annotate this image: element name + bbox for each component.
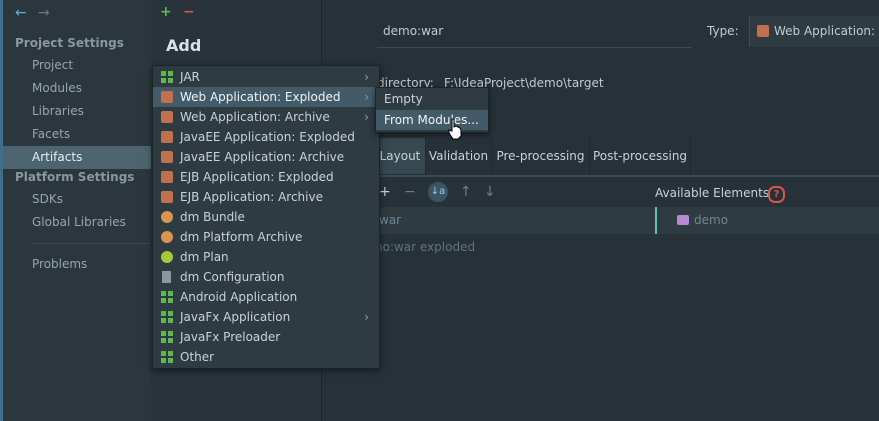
menu-item-javaee-exploded[interactable]: JavaEE Application: Exploded — [153, 127, 379, 147]
menu-item-dm-configuration[interactable]: dm Configuration — [153, 267, 379, 287]
chevron-right-icon: › — [364, 70, 369, 84]
jar-icon — [161, 71, 173, 83]
hand-cursor-icon — [448, 118, 462, 140]
sidebar-item-libraries[interactable]: Libraries — [3, 100, 151, 123]
menu-item-web-application-exploded[interactable]: Web Application: Exploded › — [153, 87, 379, 107]
available-elements-label: Available Elements — [655, 186, 770, 200]
add-popup-title: Add — [166, 36, 202, 55]
submenu-item-from-modules[interactable]: From Modules... — [376, 110, 488, 130]
menu-item-label: dm Platform Archive — [180, 230, 303, 244]
artifact-detail-pane: demo:war Type: Web Application: A direct… — [321, 0, 879, 421]
ejb-icon — [161, 171, 173, 183]
javaee-icon — [161, 131, 173, 143]
menu-item-other[interactable]: Other — [153, 347, 379, 367]
dm-config-icon — [162, 271, 171, 283]
menu-item-label: EJB Application: Archive — [180, 190, 323, 204]
menu-item-android-application[interactable]: Android Application — [153, 287, 379, 307]
menu-item-label: Web Application: Exploded — [180, 90, 341, 104]
chevron-right-icon: › — [364, 310, 369, 324]
sidebar-item-problems[interactable]: Problems — [3, 253, 151, 276]
web-archive-icon — [161, 111, 173, 123]
forward-icon[interactable]: → — [38, 5, 50, 21]
add-icon[interactable]: + — [160, 4, 172, 20]
chevron-right-icon: › — [364, 90, 369, 104]
chevron-right-icon: › — [364, 110, 369, 124]
sidebar-item-facets[interactable]: Facets — [3, 123, 151, 146]
tab-underline — [375, 175, 879, 177]
remove-icon[interactable]: − — [183, 4, 195, 20]
menu-item-label: JavaEE Application: Archive — [180, 150, 345, 164]
available-elements-row[interactable]: demo — [657, 207, 879, 234]
tree-child-label[interactable]: no:war exploded — [375, 240, 475, 254]
dm-plan-icon — [161, 251, 173, 263]
other-icon — [161, 351, 173, 363]
menu-item-dm-plan[interactable]: dm Plan — [153, 247, 379, 267]
javafx-icon — [161, 311, 173, 323]
menu-item-web-application-archive[interactable]: Web Application: Archive › — [153, 107, 379, 127]
name-field-underline — [377, 47, 692, 48]
project-structure-sidebar: ← → Project Settings Project Modules Lib… — [0, 0, 151, 421]
tree-root-label: war — [379, 213, 402, 227]
add-element-icon[interactable]: + — [379, 184, 391, 200]
menu-item-label: JavaFx Application — [180, 310, 291, 324]
web-application-submenu: Empty From Modules... — [375, 87, 489, 133]
menu-item-dm-bundle[interactable]: dm Bundle — [153, 207, 379, 227]
type-label: Type: — [707, 24, 739, 38]
menu-item-javaee-archive[interactable]: JavaEE Application: Archive — [153, 147, 379, 167]
web-app-icon — [161, 91, 173, 103]
menu-item-javafx-application[interactable]: JavaFx Application › — [153, 307, 379, 327]
move-up-icon[interactable]: ↑ — [460, 184, 472, 200]
menu-item-javafx-preloader[interactable]: JavaFx Preloader — [153, 327, 379, 347]
submenu-item-empty[interactable]: Empty — [376, 89, 488, 109]
web-app-type-icon — [757, 25, 769, 37]
sort-alphabetically-icon[interactable]: ↓a — [428, 182, 448, 202]
menu-item-dm-platform-archive[interactable]: dm Platform Archive — [153, 227, 379, 247]
move-down-icon[interactable]: ↓ — [484, 184, 496, 200]
javafx-preloader-icon — [161, 331, 173, 343]
sidebar-item-artifacts[interactable]: Artifacts — [3, 146, 151, 169]
output-tree-row-selected[interactable]: war — [375, 207, 655, 234]
menu-item-label: EJB Application: Exploded — [180, 170, 334, 184]
menu-item-label: dm Configuration — [180, 270, 285, 284]
javaee-archive-icon — [161, 151, 173, 163]
remove-element-icon[interactable]: − — [404, 184, 416, 200]
menu-item-label: JAR — [180, 70, 200, 84]
menu-item-ejb-exploded[interactable]: EJB Application: Exploded — [153, 167, 379, 187]
menu-item-label: Other — [180, 350, 215, 364]
dm-bundle-icon — [161, 211, 173, 223]
module-folder-icon — [677, 215, 689, 225]
section-platform-settings: Platform Settings — [15, 170, 135, 184]
type-value: Web Application: A — [774, 24, 879, 38]
menu-item-label: dm Plan — [180, 250, 229, 264]
ejb-archive-icon — [161, 191, 173, 203]
tab-post-processing[interactable]: Post-processing — [590, 138, 691, 174]
menu-item-label: JavaFx Preloader — [180, 330, 281, 344]
menu-item-label: JavaEE Application: Exploded — [180, 130, 355, 144]
android-icon — [161, 291, 173, 303]
menu-item-ejb-archive[interactable]: EJB Application: Archive — [153, 187, 379, 207]
section-project-settings: Project Settings — [15, 36, 124, 50]
tab-validation[interactable]: Validation — [426, 138, 492, 174]
add-artifact-popup: JAR › Web Application: Exploded › Web Appl… — [152, 65, 380, 369]
tab-pre-processing[interactable]: Pre-processing — [492, 138, 590, 174]
menu-item-label: dm Bundle — [180, 210, 245, 224]
dm-archive-icon — [161, 231, 173, 243]
menu-item-jar[interactable]: JAR › — [153, 67, 379, 87]
tab-layout[interactable]: Layout — [375, 138, 426, 174]
help-icon[interactable]: ? — [768, 186, 785, 203]
sidebar-item-global-libraries[interactable]: Global Libraries — [3, 211, 151, 234]
menu-item-label: Android Application — [180, 290, 298, 304]
sidebar-divider — [32, 243, 150, 244]
menu-item-label: Web Application: Archive — [180, 110, 330, 124]
sidebar-item-sdks[interactable]: SDKs — [3, 188, 151, 211]
artifact-name-field[interactable]: demo:war — [383, 24, 443, 38]
sidebar-item-project[interactable]: Project — [3, 54, 151, 77]
type-combobox[interactable]: Web Application: A — [749, 16, 879, 47]
available-module-label: demo — [694, 213, 729, 227]
sidebar-item-modules[interactable]: Modules — [3, 77, 151, 100]
back-icon[interactable]: ← — [15, 5, 27, 21]
